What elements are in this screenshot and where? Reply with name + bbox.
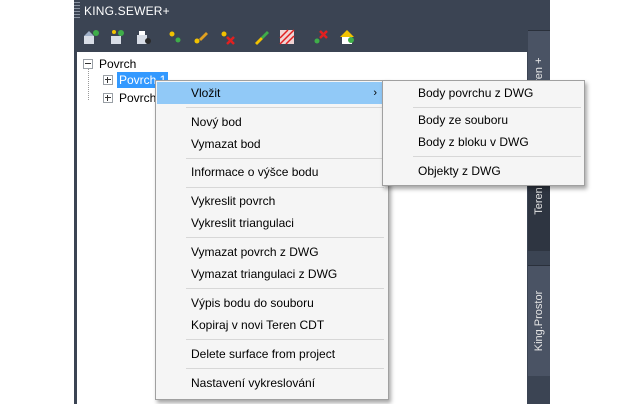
tab-label: Teren [533, 187, 545, 215]
menu-item-informace[interactable]: Informace o výšce bodu [157, 161, 387, 183]
points-add-icon[interactable] [108, 28, 126, 46]
brush-icon[interactable] [252, 28, 270, 46]
menu-separator [413, 107, 581, 108]
menu-item-novy-bod[interactable]: Nový bod [157, 111, 387, 133]
menu-item-kopiraj[interactable]: Kopiraj v novi Teren CDT [157, 314, 387, 336]
menu-separator [186, 187, 384, 188]
menu-separator [413, 156, 581, 157]
submenu-arrow-icon: › [373, 87, 377, 99]
surface-add-icon[interactable] [82, 28, 100, 46]
menu-separator [186, 288, 384, 289]
menu-item-label: Nový bod [191, 115, 242, 129]
menu-item-label: Vložit [191, 86, 221, 100]
tree-node-label: Povrch [99, 57, 137, 71]
submenu-item-label: Body z bloku v DWG [418, 135, 529, 149]
menu-item-vymazat-triangulaci[interactable]: Vymazat triangulaci z DWG [157, 263, 387, 285]
menu-item-vykreslit-triangulaci[interactable]: Vykreslit triangulaci [157, 212, 387, 234]
hatch-icon[interactable] [278, 28, 296, 46]
menu-item-label: Výpis bodu do souboru [191, 296, 314, 310]
menu-item-delete-surface[interactable]: Delete surface from project [157, 343, 387, 365]
submenu-item-body-z-bloku[interactable]: Body z bloku v DWG [384, 131, 583, 153]
submenu-item-label: Body povrchu z DWG [418, 86, 534, 100]
tree-guide-line [88, 68, 89, 100]
submenu-vlozit: Body povrchu z DWG Body ze souboru Body … [382, 80, 585, 186]
delete-red-icon[interactable] [312, 28, 330, 46]
menu-item-label: Vymazat povrch z DWG [191, 245, 319, 259]
menu-item-label: Vymazat triangulaci z DWG [191, 267, 338, 281]
collapse-icon[interactable] [83, 59, 93, 69]
menu-item-label: Vymazat bod [191, 137, 261, 151]
menu-separator [186, 237, 384, 238]
submenu-item-label: Body ze souboru [418, 113, 509, 127]
point-edit-icon[interactable] [192, 28, 210, 46]
submenu-item-objekty[interactable]: Objekty z DWG [384, 160, 583, 182]
menu-item-vymazat-bod[interactable]: Vymazat bod [157, 133, 387, 155]
submenu-item-label: Objekty z DWG [418, 164, 501, 178]
points-import-icon[interactable] [134, 28, 152, 46]
panel-titlebar[interactable]: KING.SEWER+ [74, 0, 530, 20]
menu-item-label: Vykreslit povrch [191, 194, 276, 208]
menu-separator [186, 107, 384, 108]
menu-item-nastaveni[interactable]: Nastavení vykreslování [157, 372, 387, 394]
menu-separator [186, 339, 384, 340]
point-delete-icon[interactable] [218, 28, 236, 46]
menu-item-vypis-bodu[interactable]: Výpis bodu do souboru [157, 292, 387, 314]
tab-king-prostor[interactable]: King.Prostor [528, 265, 550, 376]
panel-title: KING.SEWER+ [84, 4, 170, 18]
submenu-item-body-ze-souboru[interactable]: Body ze souboru [384, 109, 583, 131]
context-menu: Vložit › Nový bod Vymazat bod Informace … [155, 80, 389, 400]
menu-item-vlozit[interactable]: Vložit › [157, 82, 387, 104]
toolbar [74, 20, 530, 52]
menu-separator [186, 158, 384, 159]
point-yellow-icon[interactable] [166, 28, 184, 46]
tab-label: King.Prostor [533, 290, 545, 352]
house-icon[interactable] [338, 28, 356, 46]
vertical-tabs: Teren + Teren King.Prostor [528, 0, 550, 404]
drag-grip-icon[interactable] [74, 2, 80, 18]
menu-item-label: Informace o výšce bodu [191, 165, 319, 179]
menu-item-label: Vykreslit triangulaci [191, 216, 294, 230]
menu-item-label: Kopiraj v novi Teren CDT [191, 318, 325, 332]
expand-icon[interactable] [103, 75, 113, 85]
menu-item-vymazat-povrch[interactable]: Vymazat povrch z DWG [157, 241, 387, 263]
menu-item-label: Nastavení vykreslování [191, 376, 316, 390]
menu-item-label: Delete surface from project [191, 347, 336, 361]
menu-separator [186, 368, 384, 369]
expand-icon[interactable] [103, 93, 113, 103]
menu-item-vykreslit-povrch[interactable]: Vykreslit povrch [157, 190, 387, 212]
submenu-item-body-povrchu[interactable]: Body povrchu z DWG [384, 82, 583, 104]
